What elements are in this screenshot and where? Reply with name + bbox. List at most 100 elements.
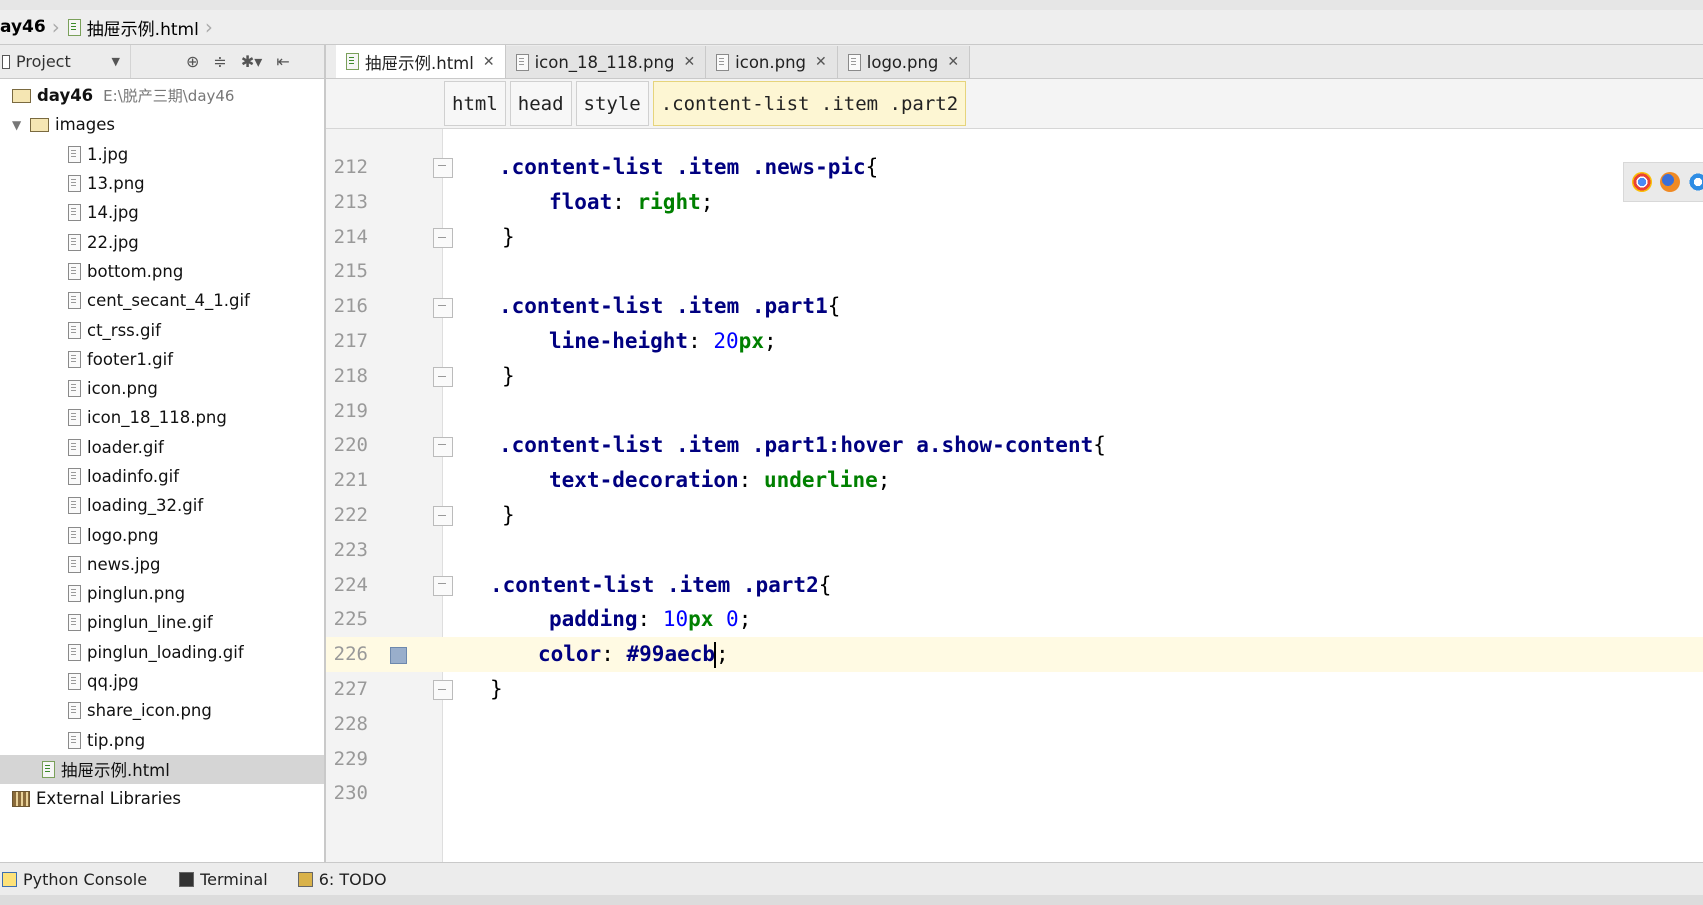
close-icon[interactable]: ✕ [683,54,695,70]
code-breadcrumb-item[interactable]: .content-list .item .part2 [652,81,967,126]
tree-file[interactable]: icon.png [0,374,324,403]
tree-file[interactable]: pinglun_line.gif [0,608,324,637]
line-number: 228 [333,712,368,735]
code-line[interactable]: 227} [326,672,1703,707]
tree-root[interactable]: day46 E:\脱产三期\day46 [0,81,324,110]
tree-folder-images[interactable]: ▼ images [0,110,324,139]
code-line[interactable]: 225 padding: 10px 0; [326,602,1703,637]
hide-icon[interactable]: ⇤ [276,52,289,71]
code-line[interactable]: 215 [326,254,1703,289]
file-label: qq.jpg [87,672,139,692]
fold-collapse-icon[interactable] [433,158,453,179]
breadcrumb-project-label: ay46 [0,17,46,37]
file-label: logo.png [87,525,159,545]
code-line[interactable]: 223 [326,533,1703,568]
code-line[interactable]: 222} [326,498,1703,533]
editor-tab[interactable]: icon.png ✕ [706,46,838,78]
tree-file[interactable]: 14.jpg [0,198,324,227]
tree-file[interactable]: qq.jpg [0,667,324,696]
line-number: 222 [333,504,368,526]
browser-preview-bar [1623,162,1703,202]
line-number: 213 [333,190,368,213]
code-line[interactable]: 224 .content-list .item .part2{ [326,568,1703,603]
editor-tab[interactable]: 抽屉示例.html ✕ [336,45,506,78]
fold-end-icon[interactable] [433,680,453,701]
code-line[interactable]: 221 text-decoration: underline; [326,463,1703,498]
fold-collapse-icon[interactable] [433,436,453,457]
color-swatch-icon[interactable] [390,647,407,665]
code-breadcrumb-item[interactable]: style [575,81,649,126]
tree-file[interactable]: ct_rss.gif [0,315,324,344]
code-line[interactable]: 230 [326,776,1703,811]
code-line[interactable]: 212 .content-list .item .news-pic{ [326,150,1703,185]
python-console-button[interactable]: Python Console [0,870,163,889]
file-label: loader.gif [87,437,164,457]
tree-file[interactable]: share_icon.png [0,696,324,725]
close-icon[interactable]: ✕ [815,54,827,70]
tree-file[interactable]: icon_18_118.png [0,403,324,432]
code-line[interactable]: 217 line-height: 20px; [326,324,1703,359]
fold-end-icon[interactable] [433,506,453,527]
collapse-all-icon[interactable]: ≑ [213,52,226,71]
ie-icon[interactable] [1688,172,1703,192]
editor-tab[interactable]: logo.png ✕ [837,46,971,78]
tree-file[interactable]: loadinfo.gif [0,462,324,491]
tree-file[interactable]: footer1.gif [0,345,324,374]
tree-file[interactable]: news.jpg [0,550,324,579]
code-line[interactable]: 216 .content-list .item .part1{ [326,289,1703,324]
line-number: 230 [333,782,368,805]
close-icon[interactable]: ✕ [483,54,495,70]
editor-tab[interactable]: icon_18_118.png ✕ [505,46,707,78]
firefox-icon[interactable] [1660,172,1680,192]
locate-icon[interactable]: ⊕ [186,52,199,71]
tab-label: icon.png [735,52,807,72]
code-text: .content-list .item .part1:hover a.show-… [499,428,1106,463]
fold-collapse-icon[interactable] [433,575,453,596]
image-file-icon [68,409,81,427]
tree-file-selected[interactable]: 抽屉示例.html [0,754,324,785]
image-file-icon [68,204,81,222]
code-token: float [549,189,613,214]
code-text: padding: 10px 0; [549,602,751,637]
code-line[interactable]: 229 [326,742,1703,777]
code-line[interactable]: 226 color: #99aecb; [326,637,1703,672]
python-icon [2,872,17,887]
tree-file[interactable]: 1.jpg [0,140,324,169]
code-breadcrumb-item[interactable]: html [444,81,506,126]
code-line[interactable]: 214} [326,220,1703,255]
tree-file[interactable]: pinglun.png [0,579,324,608]
tree-file[interactable]: pinglun_loading.gif [0,638,324,667]
code-line[interactable]: 228 [326,707,1703,742]
code-line[interactable]: 220 .content-list .item .part1:hover a.sh… [326,428,1703,463]
breadcrumb-project[interactable]: ay46 [0,10,52,44]
fold-collapse-icon[interactable] [433,297,453,318]
tree-file[interactable]: cent_secant_4_1.gif [0,286,324,315]
code-line[interactable]: 219 [326,394,1703,429]
fold-end-icon[interactable] [433,227,453,248]
code-line[interactable]: 213 float: right; [326,185,1703,220]
code-text: } [502,498,515,533]
root-name: day46 [37,86,94,106]
tree-file[interactable]: tip.png [0,726,324,755]
tree-file[interactable]: logo.png [0,520,324,549]
code-breadcrumb-item[interactable]: head [509,81,572,126]
chrome-icon[interactable] [1632,172,1652,192]
tree-file[interactable]: loading_32.gif [0,491,324,520]
fold-end-icon[interactable] [433,367,453,388]
tree-file[interactable]: bottom.png [0,257,324,286]
tree-file[interactable]: 13.png [0,169,324,198]
file-label: ct_rss.gif [87,320,161,340]
gear-icon[interactable]: ✱▾ [241,52,262,71]
todo-button[interactable]: 6: TODO [284,870,403,889]
terminal-button[interactable]: Terminal [163,870,284,889]
breadcrumb-file[interactable]: 抽屉示例.html [67,10,205,44]
expand-arrow-icon[interactable]: ▼ [12,118,24,132]
tree-external-libraries[interactable]: External Libraries [0,784,324,813]
code-token: ; [877,468,891,493]
project-view-selector[interactable]: Project ▼ [0,45,131,78]
close-icon[interactable]: ✕ [947,54,959,70]
file-label: icon.png [87,379,158,399]
tree-file[interactable]: loader.gif [0,433,324,462]
code-line[interactable]: 218} [326,359,1703,394]
tree-file[interactable]: 22.jpg [0,227,324,256]
